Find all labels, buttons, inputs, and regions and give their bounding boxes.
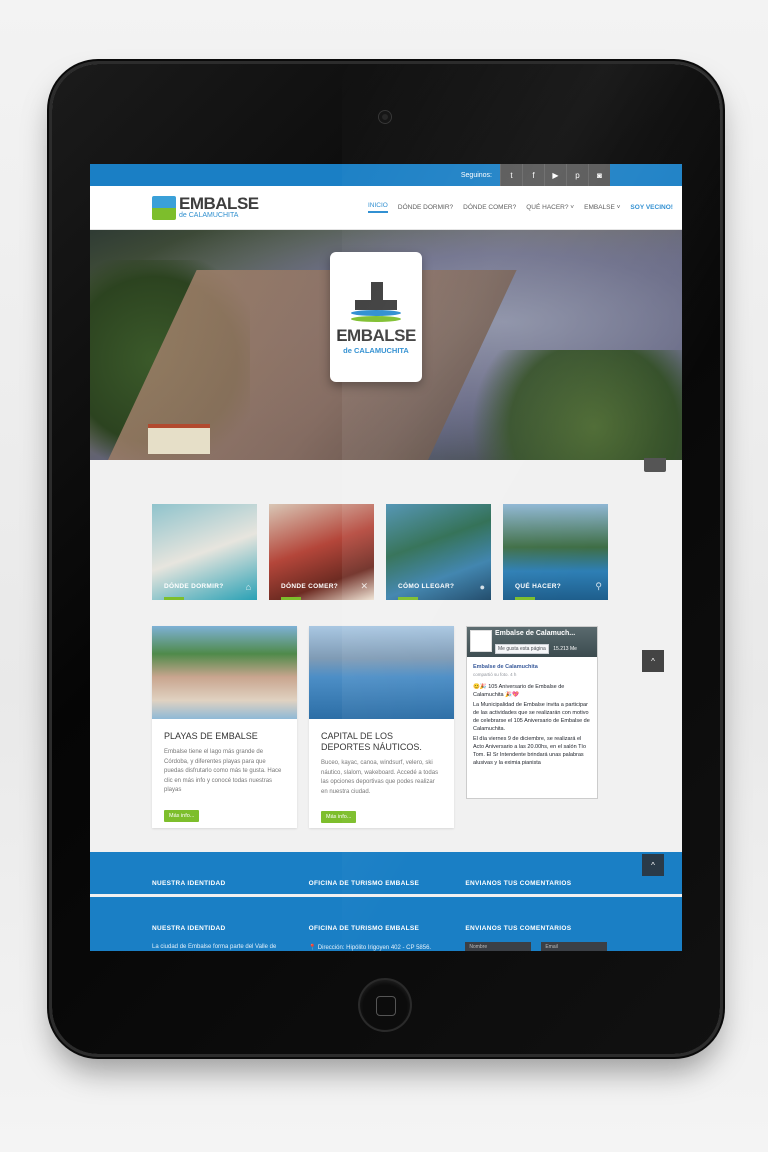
post-line: 😊🎉 105 Aniversario de Embalse de Calamuc… (473, 684, 565, 698)
card-label: CÓMO LLEGAR? (398, 583, 455, 590)
info-box-playas: PLAYAS DE EMBALSE Embalse tiene el lago … (152, 626, 297, 828)
footer-text: La ciudad de Embalse forma parte del Val… (152, 944, 277, 950)
post-shared-link[interactable]: foto. (500, 672, 509, 677)
footer-heading: ENVIANOS TUS COMENTARIOS (465, 880, 572, 887)
card-donde-comer[interactable]: DÓNDE COMER? ✕ (269, 504, 374, 600)
post-time: 4 h (510, 672, 517, 677)
screen: Seguinos: t f ▶ p ◙ EMBALSE de CALAMUCHI… (90, 164, 682, 951)
home-button[interactable] (360, 980, 410, 1030)
more-info-button[interactable]: Más info... (164, 809, 200, 822)
facebook-icon[interactable]: f (522, 164, 544, 186)
youtube-icon[interactable]: ▶ (544, 164, 566, 186)
hero-banner: EMBALSE de CALAMUCHITA (90, 230, 682, 460)
info-text: Buceo, kayac, canoa, windsurf, velero, s… (321, 760, 439, 795)
footer-address: 📍 Dirección: Hipólito Irigoyen 402 - CP … (308, 945, 432, 951)
facebook-widget: Embalse de Calamuch... Me gusta esta pág… (466, 626, 598, 799)
footer-heading: OFICINA DE TURISMO EMBALSE (308, 925, 420, 932)
hero-building (148, 424, 210, 454)
map-pin-icon: ● (479, 582, 485, 592)
card-accent-bar (281, 597, 301, 600)
nav-embalse[interactable]: EMBALSE ˅ (584, 204, 620, 211)
card-como-llegar[interactable]: CÓMO LLEGAR? ● (386, 504, 491, 600)
facebook-post: Embalse de Calamuchita compartió su foto… (467, 657, 597, 775)
facebook-page-name[interactable]: Embalse de Calamuch... (495, 630, 577, 637)
footer-heading: NUESTRA IDENTIDAD (152, 925, 226, 932)
logo-subtitle: de CALAMUCHITA (179, 211, 239, 219)
scroll-to-top-button[interactable]: ^ (642, 650, 664, 672)
nav-soy-vecino[interactable]: SOY VECINO! (630, 204, 673, 211)
badge-subtitle: de CALAMUCHITA (343, 345, 409, 355)
fork-knife-icon: ✕ (360, 581, 368, 591)
bed-icon: ⌂ (245, 582, 251, 592)
post-line: El día viernes 9 de diciembre, se realiz… (473, 736, 587, 766)
card-accent-bar (164, 597, 184, 600)
site-logo[interactable]: EMBALSE de CALAMUCHITA (152, 193, 302, 220)
footer-heading: OFICINA DE TURISMO EMBALSE (308, 880, 420, 887)
like-count: 15.213 Me (553, 646, 577, 652)
topbar: Seguinos: t f ▶ p ◙ (90, 164, 682, 186)
info-text: Embalse tiene el lago más grande de Córd… (164, 749, 282, 793)
post-shared-prefix: compartió su (473, 672, 499, 677)
logo-mark-icon (152, 195, 176, 220)
twitter-icon[interactable]: t (500, 164, 522, 186)
instagram-icon[interactable]: ◙ (588, 164, 610, 186)
post-author[interactable]: Embalse de Calamuchita (473, 663, 591, 671)
card-label: QUÉ HACER? (515, 583, 561, 590)
site-header: EMBALSE de CALAMUCHITA INICIO DÓNDE DORM… (90, 186, 682, 230)
footer-heading: NUESTRA IDENTIDAD (152, 880, 226, 887)
post-line: La Municipalidad de Embalse invita a par… (473, 702, 590, 732)
tower-icon (351, 280, 401, 322)
hero-trees-right (462, 350, 682, 460)
beach-image (152, 626, 297, 719)
hero-logo-badge: EMBALSE de CALAMUCHITA (330, 252, 422, 382)
card-label: DÓNDE COMER? (281, 583, 339, 590)
card-label: DÓNDE DORMIR? (164, 583, 224, 590)
facebook-page-header: Embalse de Calamuch... Me gusta esta pág… (467, 627, 597, 657)
info-box-nauticos: CAPITAL DE LOS DEPORTES NÁUTICOS. Buceo,… (309, 626, 454, 828)
logo-title: EMBALSE (179, 193, 259, 213)
scroll-to-top-button[interactable]: ^ (642, 854, 664, 876)
post-meta: compartió su foto. 4 h (473, 671, 591, 679)
badge-title: EMBALSE (336, 325, 416, 345)
pinterest-icon[interactable]: p (566, 164, 588, 186)
bike-icon: ⚲ (595, 581, 602, 591)
card-accent-bar (398, 597, 418, 600)
main-nav: INICIO DÓNDE DORMIR? DÓNDE COMER? QUÉ HA… (368, 202, 673, 213)
more-info-button[interactable]: Más info... (321, 811, 357, 823)
info-title: CAPITAL DE LOS DEPORTES NÁUTICOS. (321, 731, 422, 752)
like-page-button[interactable]: Me gusta esta página (495, 644, 549, 654)
card-que-hacer[interactable]: QUÉ HACER? ⚲ (503, 504, 608, 600)
category-cards: DÓNDE DORMIR? ⌂ DÓNDE COMER? ✕ CÓMO LLEG… (152, 504, 612, 600)
follow-label: Seguinos: (460, 171, 492, 179)
email-input[interactable]: Email (541, 942, 608, 951)
lake-image (309, 626, 454, 719)
slider-toggle[interactable] (644, 458, 666, 472)
camera-icon (379, 111, 391, 123)
info-title: PLAYAS DE EMBALSE (164, 731, 258, 741)
nav-donde-dormir[interactable]: DÓNDE DORMIR? (398, 204, 453, 211)
tablet-frame: Seguinos: t f ▶ p ◙ EMBALSE de CALAMUCHI… (52, 64, 722, 1054)
footer-sticky: NUESTRA IDENTIDAD OFICINA DE TURISMO EMB… (90, 852, 682, 894)
card-donde-dormir[interactable]: DÓNDE DORMIR? ⌂ (152, 504, 257, 600)
nav-inicio[interactable]: INICIO (368, 202, 388, 213)
card-accent-bar (515, 597, 535, 600)
content-row: PLAYAS DE EMBALSE Embalse tiene el lago … (152, 626, 612, 828)
nav-que-hacer[interactable]: QUÉ HACER? ˅ (526, 204, 574, 211)
page-avatar[interactable] (470, 630, 492, 652)
footer-heading: ENVIANOS TUS COMENTARIOS (465, 925, 572, 932)
name-input[interactable]: Nombre (465, 942, 532, 951)
nav-donde-comer[interactable]: DÓNDE COMER? (463, 204, 516, 211)
footer: NUESTRA IDENTIDAD La ciudad de Embalse f… (90, 897, 682, 951)
